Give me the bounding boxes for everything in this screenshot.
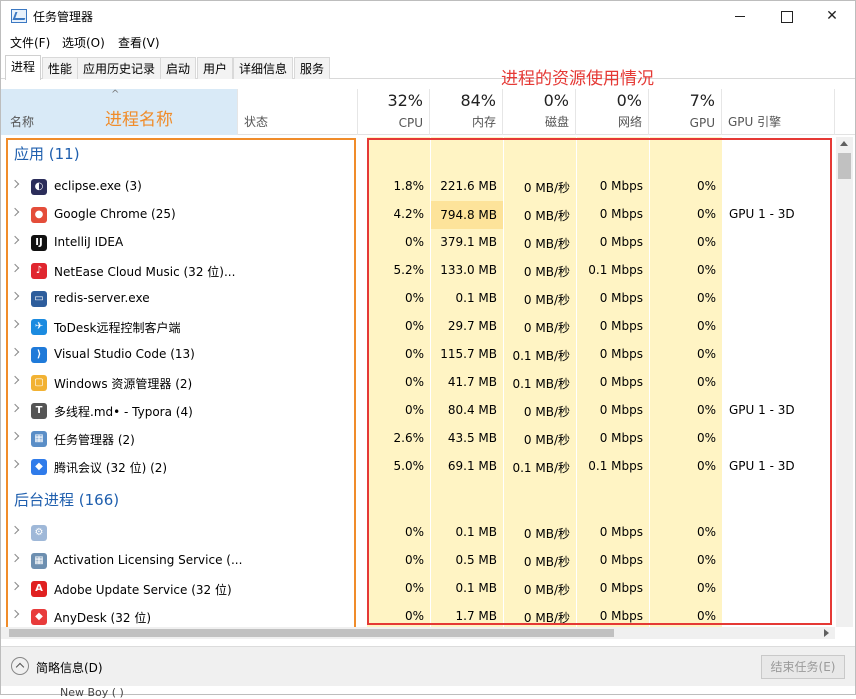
window-title: 任务管理器 [33, 10, 94, 24]
header-net[interactable]: 0% 网络 [576, 89, 649, 135]
header-cpu-pct: 32% [387, 91, 423, 110]
annotation-box-name [6, 138, 356, 634]
menu-file[interactable]: 文件(F) [10, 34, 50, 51]
sort-up-icon: ^ [111, 89, 120, 100]
tab-app-history[interactable]: 应用历史记录 [77, 57, 162, 79]
menu-bar: 文件(F) 选项(O) 查看(V) [1, 32, 855, 52]
header-status-label: 状态 [244, 115, 269, 129]
vertical-scrollbar[interactable] [836, 137, 853, 627]
header-status[interactable]: 状态 [238, 89, 358, 135]
fewer-details-link[interactable]: 简略信息(D) [36, 659, 103, 676]
annotation-name-label: 进程名称 [105, 110, 173, 130]
header-mem-label: 内存 [471, 115, 496, 129]
footer: 简略信息(D) 结束任务(E) [1, 646, 855, 686]
close-button[interactable]: ✕ [809, 1, 855, 31]
tab-bar: 进程 性能 应用历史记录 启动 用户 详细信息 服务 [1, 55, 855, 80]
tab-users[interactable]: 用户 [197, 57, 234, 79]
annotation-resource-label: 进程的资源使用情况 [501, 69, 654, 89]
header-cpu-label: CPU [398, 116, 423, 130]
end-task-button[interactable]: 结束任务(E) [761, 655, 845, 679]
annotation-box-resources [367, 138, 832, 625]
header-net-label: 网络 [617, 115, 642, 129]
header-net-pct: 0% [616, 91, 642, 110]
scroll-thumb-horizontal[interactable] [9, 629, 614, 637]
tab-services[interactable]: 服务 [294, 57, 331, 79]
tab-processes[interactable]: 进程 [5, 55, 42, 80]
tab-performance[interactable]: 性能 [42, 57, 79, 79]
title-bar: 任务管理器 ✕ [1, 1, 855, 31]
horizontal-scrollbar[interactable] [1, 627, 835, 639]
header-mem-pct: 84% [460, 91, 496, 110]
background-window-text: New Boy ( ) [60, 686, 124, 699]
task-manager-window: 任务管理器 ✕ 文件(F) 选项(O) 查看(V) 进程 性能 应用历史记录 启… [0, 0, 856, 695]
tab-details[interactable]: 详细信息 [233, 57, 294, 79]
maximize-button[interactable] [763, 1, 809, 31]
minimize-button[interactable] [717, 1, 763, 31]
header-gpu-engine-label: GPU 引擎 [728, 115, 782, 129]
header-disk-pct: 0% [543, 91, 569, 110]
menu-view[interactable]: 查看(V) [118, 34, 160, 51]
header-mem[interactable]: 84% 内存 [430, 89, 503, 135]
header-name-label: 名称 [10, 115, 35, 129]
scroll-right-icon[interactable] [824, 629, 829, 637]
menu-options[interactable]: 选项(O) [62, 34, 105, 51]
header-disk-label: 磁盘 [544, 115, 569, 129]
scroll-up-icon[interactable] [840, 141, 848, 146]
header-disk[interactable]: 0% 磁盘 [503, 89, 576, 135]
header-gpu[interactable]: 7% GPU [649, 89, 722, 135]
header-gpu-pct: 7% [689, 91, 715, 110]
scroll-thumb[interactable] [838, 153, 851, 179]
header-cpu[interactable]: 32% CPU [358, 89, 430, 135]
chevron-up-circle-icon[interactable] [11, 657, 29, 675]
task-manager-icon [11, 9, 27, 23]
header-gpu-label: GPU [689, 116, 715, 130]
tab-startup[interactable]: 启动 [160, 57, 197, 79]
header-gpu-engine[interactable]: GPU 引擎 [722, 89, 835, 135]
